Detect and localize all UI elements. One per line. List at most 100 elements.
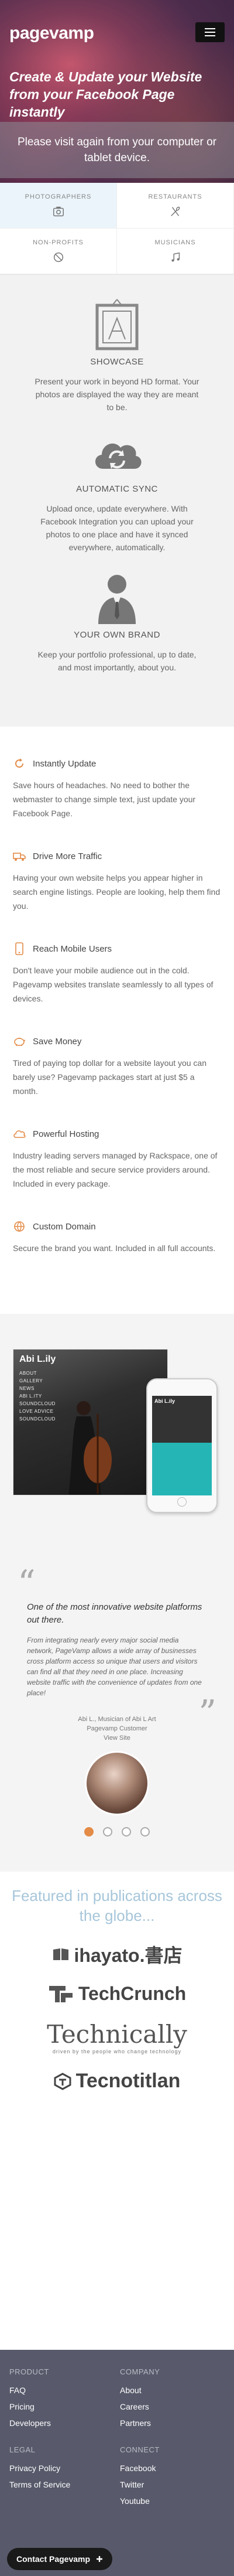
tab-non-profits[interactable]: Non-Profits [0,229,117,274]
benefit-header: Save Money [13,1035,221,1048]
tab-musicians[interactable]: Musicians [117,229,234,274]
benefit-text: Secure the brand you want. Included in a… [13,1243,216,1253]
logo[interactable]: pagevamp [9,23,94,43]
tab-restaurants[interactable]: Restaurants [117,183,234,229]
press-logo-text: Technically [47,2020,187,2049]
benefit-instantly-update: Instantly Update Save hours of headaches… [13,757,221,820]
piggy-bank-icon [13,1035,26,1048]
press-logo-text: Tecnotitlan [75,2070,181,2092]
testimonial: “ One of the most innovative website pla… [0,1560,234,1872]
press-logo-ihayato[interactable]: ihayato.書店 [12,1941,222,1968]
footer-link-partners[interactable]: Partners [120,2415,225,2431]
techcrunch-mark-icon [49,1985,73,2002]
contact-button[interactable]: Contact Pagevamp [7,2548,113,2570]
globe-icon [13,1220,26,1233]
footer-link-terms[interactable]: Terms of Service [9,2476,114,2493]
benefit-header: Reach Mobile Users [13,942,221,955]
benefit-custom-domain: Custom Domain Secure the brand you want.… [13,1220,221,1255]
footer-col-product: Product FAQ Pricing Developers [9,2367,114,2431]
device-showcase: Abi L.ily About Gallery News Abi L.ity S… [0,1314,234,1560]
close-quote-icon: ” [198,1693,216,1734]
page: pagevamp Create & Update your Website fr… [0,0,234,2576]
footer-col-company: Company About Careers Partners [120,2367,225,2431]
footer-heading: Legal [9,2445,36,2454]
open-quote-icon: “ [18,1563,36,1604]
tab-photographers[interactable]: Photographers [0,183,117,229]
no-entry-icon [53,252,63,262]
phone-screen: Abi L.ily [152,1396,212,1495]
benefit-title: Custom Domain [33,1221,96,1232]
mobile-site-preview: Abi L.ily [146,1378,218,1513]
tab-label: Photographers [25,193,92,200]
press-logo-techcrunch[interactable]: TechCrunch [12,1983,222,2005]
author-role: Pagevamp Customer [87,1725,147,1732]
traffic-truck-icon [13,850,26,863]
benefits-section: Instantly Update Save hours of headaches… [0,727,234,1308]
book-icon [53,1948,68,1960]
benefit-text: Tired of paying top dollar for a website… [13,1058,207,1096]
testimonial-author: Abi L., Musician of Abi L Art Pagevamp C… [21,1715,213,1743]
phone-home-button [177,1497,187,1507]
benefit-title: Reach Mobile Users [33,943,112,954]
footer-heading: Company [120,2367,160,2376]
desktop-site-preview: Abi L.ily About Gallery News Abi L.ity S… [13,1349,168,1495]
footer-link-twitter[interactable]: Twitter [120,2476,225,2493]
hamburger-line [205,32,215,33]
cloud-sync-icon [95,443,142,469]
mobile-phone-icon [13,942,26,955]
plus-icon [97,2556,103,2562]
carousel-dot[interactable] [122,1827,131,1836]
tab-label: Non-Profits [33,238,84,246]
benefit-text: Industry leading servers managed by Rack… [13,1151,218,1188]
testimonial-body: From integrating nearly every major soci… [27,1636,202,1697]
press-logo-technically[interactable]: Technically driven by the people who cha… [12,2020,222,2054]
view-site-link[interactable]: View Site [21,1733,213,1743]
benefit-text: Save hours of headaches. No need to both… [13,781,196,818]
preview-nav: About Gallery News Abi L.ity Soundcloud … [19,1369,56,1423]
phone-site-name: Abi L.ily [154,1398,176,1404]
carousel-dot[interactable] [140,1827,150,1836]
cloud-hosting-icon [13,1127,26,1140]
author-avatar [85,1751,149,1815]
preview-site-name: Abi L.ily [19,1354,56,1364]
benefit-drive-traffic: Drive More Traffic Having your own websi… [13,850,221,913]
footer-link-careers[interactable]: Careers [120,2398,225,2415]
footer-col-connect: Connect Facebook Twitter Youtube [120,2445,225,2509]
feature-text: Upload once, update everywhere. With Fac… [40,504,194,552]
hero-notice: Please visit again from your computer or… [0,122,234,178]
footer-link-faq[interactable]: FAQ [9,2382,114,2398]
footer-link-privacy[interactable]: Privacy Policy [9,2460,114,2476]
cellist-image [68,1401,112,1495]
menu-button[interactable] [195,22,225,42]
tab-label: Musicians [154,238,196,246]
benefit-text: Having your own website helps you appear… [13,873,221,911]
framed-picture-icon [95,299,139,350]
preview-nav-item: About [19,1371,37,1376]
benefit-title: Powerful Hosting [33,1129,99,1139]
hamburger-line [205,35,215,36]
footer-link-youtube[interactable]: Youtube [120,2493,225,2509]
feature-text: Keep your portfolio professional, up to … [37,650,197,672]
footer-link-pricing[interactable]: Pricing [9,2398,114,2415]
footer-link-about[interactable]: About [120,2382,225,2398]
footer-link-developers[interactable]: Developers [9,2415,114,2431]
footer-heading: Connect [120,2445,160,2454]
features-section: Showcase Present your work in beyond HD … [0,275,234,727]
press-logo-text: TechCrunch [78,1983,187,2004]
carousel-dot[interactable] [84,1827,94,1836]
benefit-powerful-hosting: Powerful Hosting Industry leading server… [13,1127,221,1191]
feature-your-own-brand: Your Own Brand Keep your portfolio profe… [18,571,216,674]
feature-title: Your Own Brand [74,630,160,640]
hamburger-line [205,28,215,29]
benefit-header: Powerful Hosting [13,1127,221,1140]
press-logo-tecnotitlan[interactable]: Tecnotitlan [12,2070,222,2093]
camera-icon [53,206,64,216]
footer-col-legal: Legal Privacy Policy Terms of Service [9,2445,114,2509]
footer-link-facebook[interactable]: Facebook [120,2460,225,2476]
hero-title: Create & Update your Website from your F… [9,69,202,120]
carousel-dot[interactable] [103,1827,112,1836]
feature-text: Present your work in beyond HD format. Y… [35,377,199,412]
feature-title: Automatic Sync [76,484,158,494]
footer-columns: Product FAQ Pricing Developers Company A… [9,2367,225,2509]
tecnotitlan-mark-icon [54,2072,71,2090]
